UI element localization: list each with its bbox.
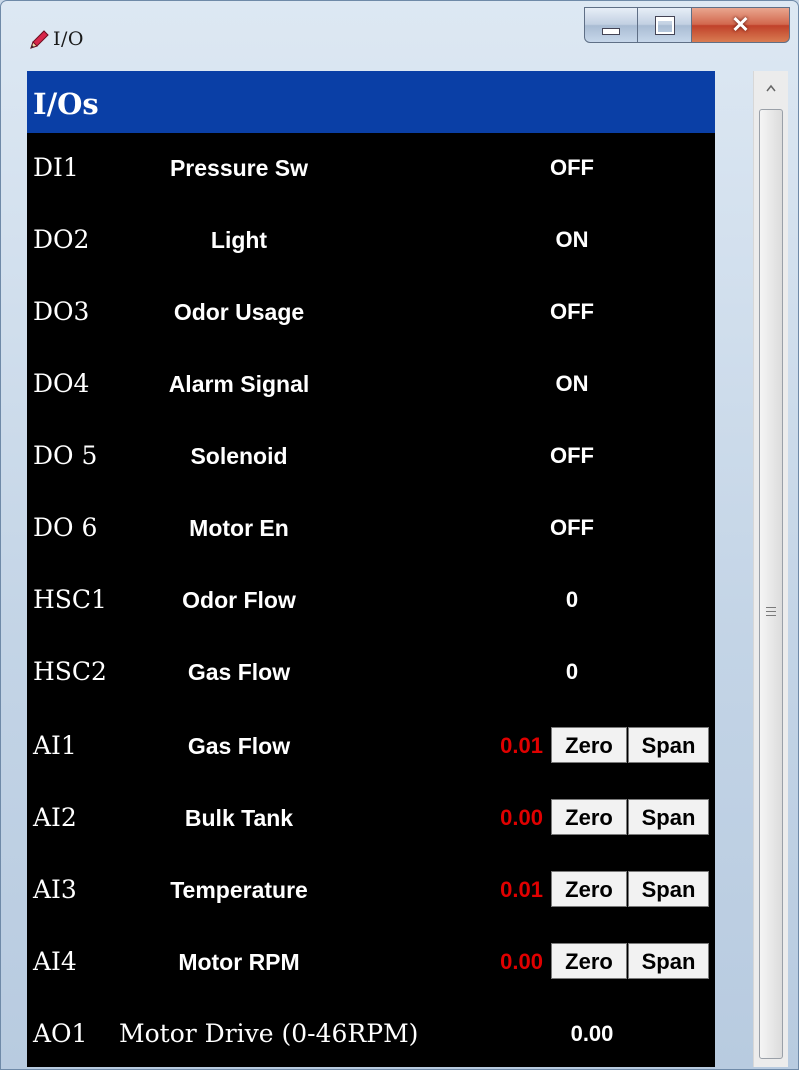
analog-row: AI4 Motor RPM 0.00 Zero Span <box>27 927 715 999</box>
span-button[interactable]: Span <box>628 799 709 835</box>
io-row: DO 6 Motor En OFF <box>27 493 715 565</box>
maximize-icon <box>655 16 674 34</box>
io-window: I/O ✕ I/Os DI1 Pressure Sw OFF DO2 Light <box>0 0 799 1070</box>
io-id: AI3 <box>33 875 77 904</box>
io-name: Alarm Signal <box>168 371 310 397</box>
io-row: DO4 Alarm Signal ON <box>27 349 715 421</box>
io-row: DI1 Pressure Sw OFF <box>27 133 715 205</box>
caption-buttons: ✕ <box>584 7 790 43</box>
span-button[interactable]: Span <box>628 871 709 907</box>
analog-output-row: AO1 Motor Drive (0-46RPM) 0.00 <box>27 999 715 1067</box>
io-row: DO2 Light ON <box>27 205 715 277</box>
io-id: DO 5 <box>33 441 98 470</box>
io-id: DI1 <box>33 153 79 182</box>
io-state[interactable]: OFF <box>537 515 607 541</box>
io-row: DO 5 Solenoid OFF <box>27 421 715 493</box>
panel-header: I/Os <box>27 71 715 133</box>
io-name: Motor RPM <box>178 949 300 975</box>
analog-value: 0.00 <box>500 805 543 830</box>
io-id: AI2 <box>33 803 77 832</box>
io-name: Solenoid <box>190 443 288 469</box>
analog-value: 0.01 <box>500 733 543 758</box>
io-state[interactable]: OFF <box>537 299 607 325</box>
io-count: 0 <box>565 659 579 684</box>
panel-title: I/Os <box>33 87 99 121</box>
io-state[interactable]: ON <box>537 371 607 397</box>
minimize-icon <box>602 27 620 35</box>
analog-row: AI2 Bulk Tank 0.00 Zero Span <box>27 783 715 855</box>
pencil-icon <box>27 28 51 52</box>
io-id: DO4 <box>33 369 90 398</box>
ao-name: Motor Drive (0-46RPM) <box>119 1019 419 1048</box>
io-name: Gas Flow <box>187 733 291 759</box>
io-id: HSC1 <box>33 585 107 614</box>
zero-button[interactable]: Zero <box>551 871 627 907</box>
io-row: HSC1 Odor Flow 0 <box>27 565 715 637</box>
window-title: I/O <box>53 28 84 50</box>
minimize-button[interactable] <box>584 7 638 43</box>
io-name: Pressure Sw <box>169 155 309 181</box>
io-panel: I/Os DI1 Pressure Sw OFF DO2 Light ON DO… <box>27 71 715 1067</box>
io-name: Bulk Tank <box>184 805 294 831</box>
maximize-button[interactable] <box>638 7 692 43</box>
analog-value: 0.00 <box>500 949 543 974</box>
io-name: Gas Flow <box>187 659 291 685</box>
analog-row: AI1 Gas Flow 0.01 Zero Span <box>27 711 715 783</box>
io-row: HSC2 Gas Flow 0 <box>27 637 715 709</box>
io-count: 0 <box>565 587 579 612</box>
io-id: AI4 <box>33 947 77 976</box>
span-button[interactable]: Span <box>628 727 709 763</box>
io-row: DO3 Odor Usage OFF <box>27 277 715 349</box>
zero-button[interactable]: Zero <box>551 799 627 835</box>
zero-button[interactable]: Zero <box>551 943 627 979</box>
analog-value: 0.01 <box>500 877 543 902</box>
io-name: Odor Flow <box>182 587 296 613</box>
io-name: Light <box>210 227 268 253</box>
io-id: DO2 <box>33 225 90 254</box>
analog-row: AI3 Temperature 0.01 Zero Span <box>27 855 715 927</box>
close-button[interactable]: ✕ <box>692 7 790 43</box>
io-id: DO3 <box>33 297 90 326</box>
io-name: Temperature <box>170 877 308 903</box>
scroll-thumb[interactable] <box>759 109 783 1059</box>
io-id: HSC2 <box>33 657 107 686</box>
zero-button[interactable]: Zero <box>551 727 627 763</box>
io-id: AI1 <box>33 731 77 760</box>
io-id: DO 6 <box>33 513 98 542</box>
scrollbar-grip-icon <box>766 604 776 618</box>
vertical-scrollbar[interactable] <box>753 71 788 1067</box>
title-bar[interactable]: I/O ✕ <box>1 1 798 69</box>
span-button[interactable]: Span <box>628 943 709 979</box>
io-state[interactable]: OFF <box>537 155 607 181</box>
ao-value[interactable]: 0.00 <box>547 1021 637 1047</box>
io-name: Motor En <box>189 515 289 541</box>
close-icon: ✕ <box>731 12 750 37</box>
io-state[interactable]: OFF <box>537 443 607 469</box>
io-state[interactable]: ON <box>537 227 607 253</box>
scroll-up-button[interactable] <box>754 71 788 105</box>
io-id: AO1 <box>33 1019 88 1048</box>
scroll-up-arrow-icon <box>766 79 776 97</box>
io-name: Odor Usage <box>173 299 305 325</box>
